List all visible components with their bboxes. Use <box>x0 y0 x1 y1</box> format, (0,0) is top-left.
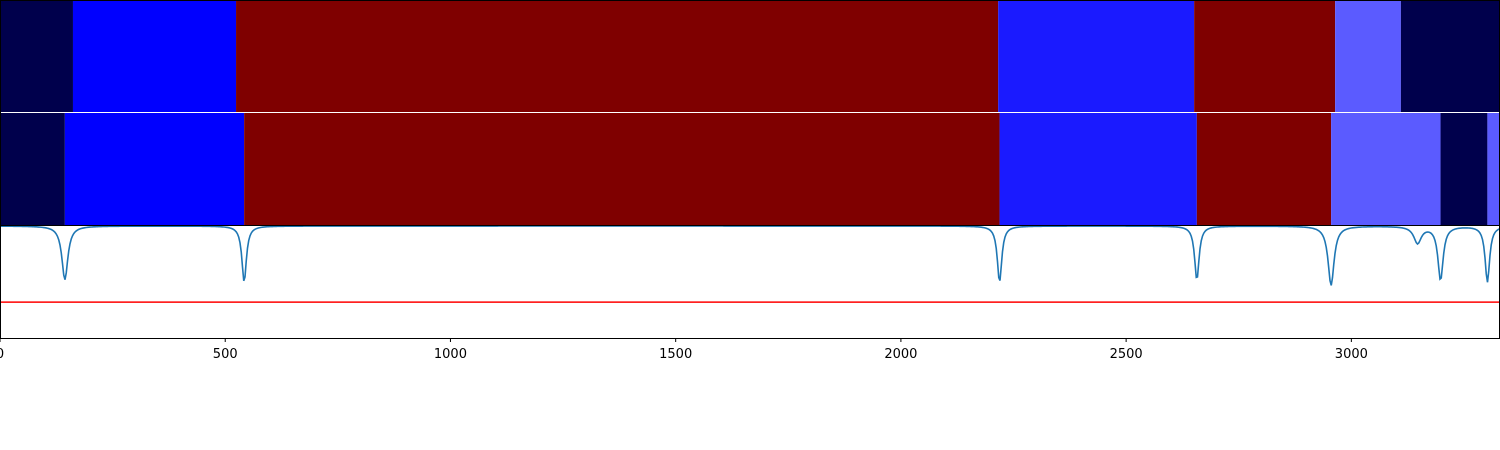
segment-2-4 <box>1196 113 1332 225</box>
segment-2-0 <box>0 113 65 225</box>
segment-2-3 <box>999 113 1197 225</box>
segment-1-5 <box>1335 0 1401 112</box>
segmentation-panel-2 <box>0 113 1500 225</box>
segment-2-2 <box>244 113 1000 225</box>
segment-2-1 <box>64 113 245 225</box>
segment-1-0 <box>0 0 73 112</box>
x-tick-label: 3000 <box>1335 347 1368 362</box>
segmentation-figure: 0 500 1000 1500 2000 2500 3000 <box>0 0 1500 362</box>
x-tick-label: 1000 <box>434 347 467 362</box>
x-tick-label: 2500 <box>1110 347 1143 362</box>
segment-2-7 <box>1487 113 1500 225</box>
segmentation-panel-1 <box>0 0 1500 112</box>
x-tick-label: 1500 <box>659 347 692 362</box>
segment-2-6 <box>1440 113 1488 225</box>
segment-2-5 <box>1331 113 1441 225</box>
segment-1-2 <box>236 0 999 112</box>
segment-1-1 <box>72 0 237 112</box>
segment-1-3 <box>998 0 1195 112</box>
x-tick-label: 500 <box>213 347 238 362</box>
x-tick-label: 0 <box>0 347 4 362</box>
x-tick-label: 2000 <box>884 347 917 362</box>
segment-1-6 <box>1400 0 1500 112</box>
signal-line <box>0 225 1500 286</box>
segment-1-4 <box>1194 0 1336 112</box>
signal-panel <box>0 225 1500 303</box>
